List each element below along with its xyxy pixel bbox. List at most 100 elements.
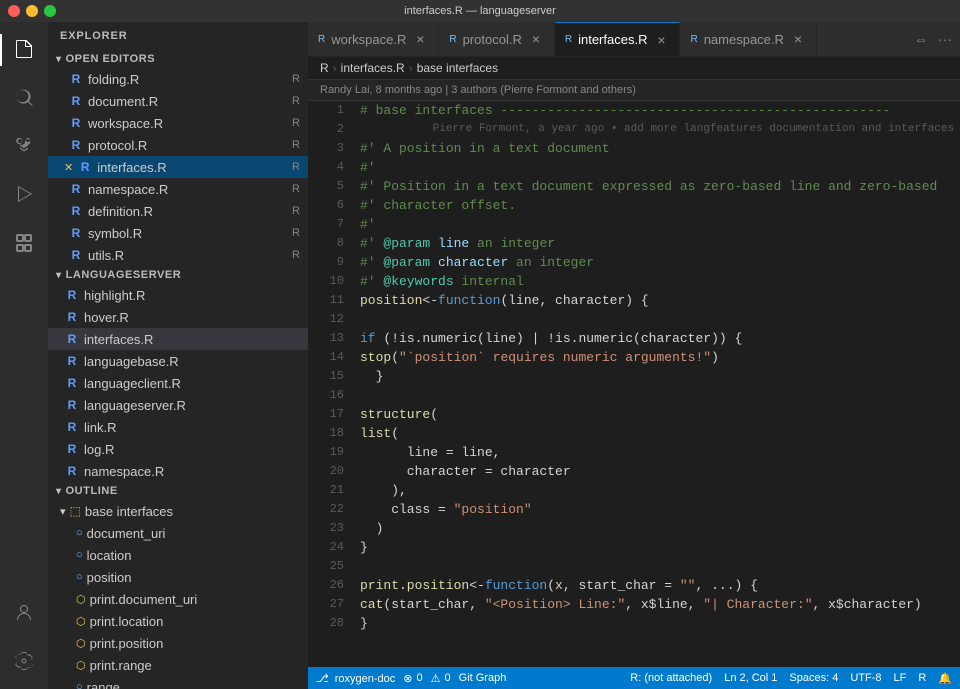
tab-namespace[interactable]: R namespace.R × — [680, 22, 816, 56]
open-editor-document[interactable]: R document.R R — [48, 90, 308, 112]
r-file-icon: R — [64, 287, 80, 303]
title-bar: interfaces.R — languageserver — [0, 0, 960, 22]
open-editor-folding[interactable]: R folding.R R — [48, 68, 308, 90]
breadcrumb-file[interactable]: interfaces.R — [341, 61, 405, 75]
outline-print-location[interactable]: ⬡ print.location — [48, 610, 308, 632]
r-icon: R — [318, 34, 325, 45]
outline-print-range[interactable]: ⬡ print.range — [48, 654, 308, 676]
r-file-icon: R — [77, 159, 93, 175]
outline-item-name: print.document_uri — [90, 592, 300, 607]
code-content[interactable]: # base interfaces ----------------------… — [352, 101, 960, 667]
tab-close-button[interactable]: × — [528, 31, 544, 47]
open-editor-definition[interactable]: R definition.R R — [48, 200, 308, 222]
tab-workspace[interactable]: R workspace.R × — [308, 22, 439, 56]
file-badge: R — [292, 161, 300, 173]
method-icon: ⬡ — [76, 659, 86, 672]
field-icon: ○ — [76, 681, 83, 689]
files-icon — [13, 39, 35, 61]
error-count: 0 — [417, 672, 423, 684]
code-line-27: cat(start_char, "<Position> Line:", x$li… — [360, 595, 952, 614]
code-line-16 — [360, 386, 952, 405]
ls-interfaces[interactable]: R interfaces.R — [48, 328, 308, 350]
open-editor-workspace[interactable]: R workspace.R R — [48, 112, 308, 134]
outline-item-name: document_uri — [87, 526, 300, 541]
ls-languageclient[interactable]: R languageclient.R — [48, 372, 308, 394]
field-icon: ○ — [76, 571, 83, 583]
activity-files[interactable] — [0, 26, 48, 74]
outline-print-position[interactable]: ⬡ print.position — [48, 632, 308, 654]
status-line-ending[interactable]: LF — [894, 672, 907, 684]
activity-search[interactable] — [0, 74, 48, 122]
tab-close-button[interactable]: × — [653, 32, 669, 48]
tab-label: namespace.R — [704, 32, 784, 47]
branch-name: roxygen-doc — [335, 673, 396, 685]
activity-account[interactable] — [0, 589, 48, 637]
activity-run[interactable] — [0, 170, 48, 218]
ls-highlight[interactable]: R highlight.R — [48, 284, 308, 306]
ls-languagebase[interactable]: R languagebase.R — [48, 350, 308, 372]
warning-count: 0 — [445, 672, 451, 684]
outline-base-interfaces[interactable]: ▾ ⬚ base interfaces — [48, 500, 308, 522]
open-editor-utils[interactable]: R utils.R R — [48, 244, 308, 266]
notifications-icon[interactable]: 🔔 — [938, 672, 952, 685]
ls-link[interactable]: R link.R — [48, 416, 308, 438]
section-open-editors[interactable]: ▾ Open Editors — [48, 50, 308, 68]
status-r-not-attached[interactable]: R: (not attached) — [630, 672, 712, 684]
activity-extensions[interactable] — [0, 218, 48, 266]
r-file-icon: R — [68, 203, 84, 219]
outline-position[interactable]: ○ position — [48, 566, 308, 588]
tab-protocol[interactable]: R protocol.R × — [439, 22, 554, 56]
status-git-graph[interactable]: Git Graph — [459, 672, 507, 684]
minimize-button[interactable] — [26, 5, 38, 17]
tab-close-button[interactable]: × — [412, 31, 428, 47]
tab-actions: ⇔ ··· — [906, 22, 960, 56]
activity-scm[interactable] — [0, 122, 48, 170]
code-line-17: structure( — [360, 405, 952, 424]
ls-log[interactable]: R log.R — [48, 438, 308, 460]
code-line-12 — [360, 310, 952, 329]
status-branch[interactable]: ⎇ roxygen-doc — [316, 672, 395, 685]
tab-close-button[interactable]: × — [790, 31, 806, 47]
open-editor-symbol[interactable]: R symbol.R R — [48, 222, 308, 244]
window-controls[interactable] — [8, 5, 56, 17]
maximize-button[interactable] — [44, 5, 56, 17]
code-line-18: list( — [360, 424, 952, 443]
split-editor-button[interactable]: ⇔ — [910, 29, 932, 49]
status-encoding[interactable]: UTF-8 — [850, 672, 881, 684]
more-actions-button[interactable]: ··· — [934, 29, 956, 49]
r-file-icon: R — [64, 375, 80, 391]
breadcrumb-section[interactable]: base interfaces — [417, 61, 498, 75]
tab-interfaces[interactable]: R interfaces.R × — [555, 22, 681, 56]
outline-item-name: location — [87, 548, 300, 563]
ls-hover[interactable]: R hover.R — [48, 306, 308, 328]
tab-bar: R workspace.R × R protocol.R × R interfa… — [308, 22, 960, 57]
breadcrumb-r[interactable]: R — [320, 61, 329, 75]
file-badge: R — [292, 227, 300, 239]
section-outline[interactable]: ▾ Outline — [48, 482, 308, 500]
file-badge: R — [292, 139, 300, 151]
status-spaces[interactable]: Spaces: 4 — [789, 672, 838, 684]
section-languageserver[interactable]: ▾ LANGUAGESERVER — [48, 266, 308, 284]
open-editor-interfaces[interactable]: ✕ R interfaces.R R — [48, 156, 308, 178]
close-button[interactable] — [8, 5, 20, 17]
blame-text: Randy Lai, 8 months ago | 3 authors (Pie… — [320, 84, 636, 96]
outline-location[interactable]: ○ location — [48, 544, 308, 566]
ls-languageserver[interactable]: R languageserver.R — [48, 394, 308, 416]
activity-settings[interactable] — [0, 637, 48, 685]
breadcrumb: R › interfaces.R › base interfaces — [308, 57, 960, 80]
open-editor-namespace[interactable]: R namespace.R R — [48, 178, 308, 200]
outline-item-name: print.range — [90, 658, 300, 673]
sidebar-header: Explorer — [48, 22, 308, 50]
outline-range[interactable]: ○ range — [48, 676, 308, 689]
status-language[interactable]: R — [918, 672, 926, 684]
outline-print-document-uri[interactable]: ⬡ print.document_uri — [48, 588, 308, 610]
status-position[interactable]: Ln 2, Col 1 — [724, 672, 777, 684]
method-icon: ⬡ — [76, 615, 86, 628]
outline-document-uri[interactable]: ○ document_uri — [48, 522, 308, 544]
ls-namespace[interactable]: R namespace.R — [48, 460, 308, 482]
code-line-22: class = "position" — [360, 500, 952, 519]
file-name: interfaces.R — [97, 160, 288, 175]
open-editor-protocol[interactable]: R protocol.R R — [48, 134, 308, 156]
outline-item-name: base interfaces — [85, 504, 300, 519]
status-errors[interactable]: ⊗ 0 ⚠ 0 — [403, 672, 450, 685]
